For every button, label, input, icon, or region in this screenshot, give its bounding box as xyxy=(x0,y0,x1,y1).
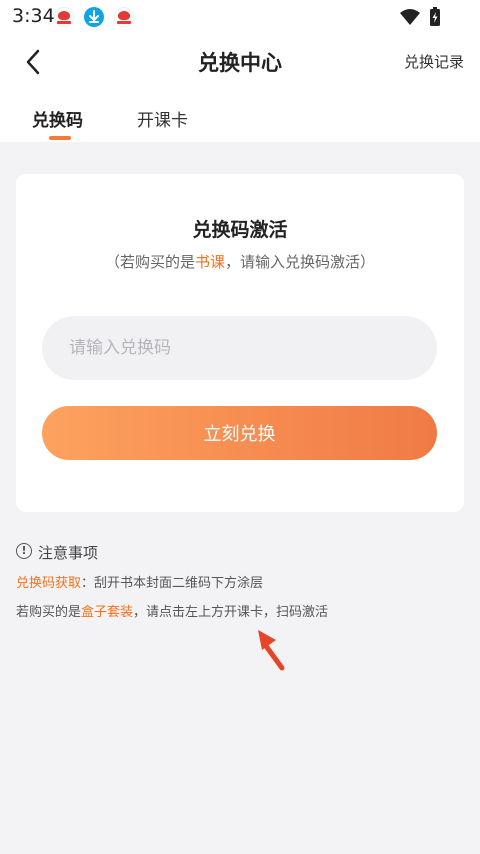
active-tab-indicator xyxy=(49,136,71,140)
notice-text: ，请点击左上方开课卡，扫码激活 xyxy=(133,605,329,620)
notice-line-code-source: 兑换码获取：刮开书本封面二维码下方涂层 xyxy=(16,572,263,591)
annotation-arrow-icon xyxy=(258,630,285,671)
subtitle-prefix: （若购买的是 xyxy=(104,253,195,271)
notice-text: 若购买的是 xyxy=(16,605,82,620)
subtitle-suffix: ，请输入兑换码激活） xyxy=(225,253,376,271)
status-time: 3:34 xyxy=(12,5,55,27)
notice-title: 注意事项 xyxy=(38,544,99,562)
battery-icon xyxy=(430,7,440,26)
redeem-card: 兑换码激活 （若购买的是书课，请输入兑换码激活） 立刻兑换 xyxy=(16,174,464,512)
wifi-icon xyxy=(400,9,420,25)
status-icons xyxy=(398,6,450,32)
card-title: 兑换码激活 xyxy=(192,219,288,241)
tab-bar: 兑换码 开课卡 xyxy=(0,92,480,142)
subtitle-highlight: 书课 xyxy=(194,253,225,271)
notice-text: ：刮开书本封面二维码下方涂层 xyxy=(81,576,264,591)
redemption-history-link[interactable]: 兑换记录 xyxy=(404,51,464,72)
redeem-now-button[interactable]: 立刻兑换 xyxy=(42,406,437,460)
status-bar: 3:34 xyxy=(0,0,480,32)
tab-redeem-code[interactable]: 兑换码 xyxy=(32,106,83,131)
redeem-code-input[interactable] xyxy=(42,316,437,380)
app-notification-icon xyxy=(54,7,74,27)
card-subtitle: （若购买的是书课，请输入兑换码激活） xyxy=(16,251,464,272)
download-icon xyxy=(84,7,104,27)
info-circle-icon: ! xyxy=(16,543,32,559)
notice-highlight: 盒子套装 xyxy=(81,605,134,620)
top-app-bar: 兑换中心 兑换记录 xyxy=(0,32,480,92)
tab-course-card[interactable]: 开课卡 xyxy=(137,106,188,131)
notice-highlight: 兑换码获取 xyxy=(16,576,82,591)
notice-line-box-set: 若购买的是盒子套装，请点击左上方开课卡，扫码激活 xyxy=(16,601,328,620)
app-notification-icon xyxy=(114,7,134,27)
